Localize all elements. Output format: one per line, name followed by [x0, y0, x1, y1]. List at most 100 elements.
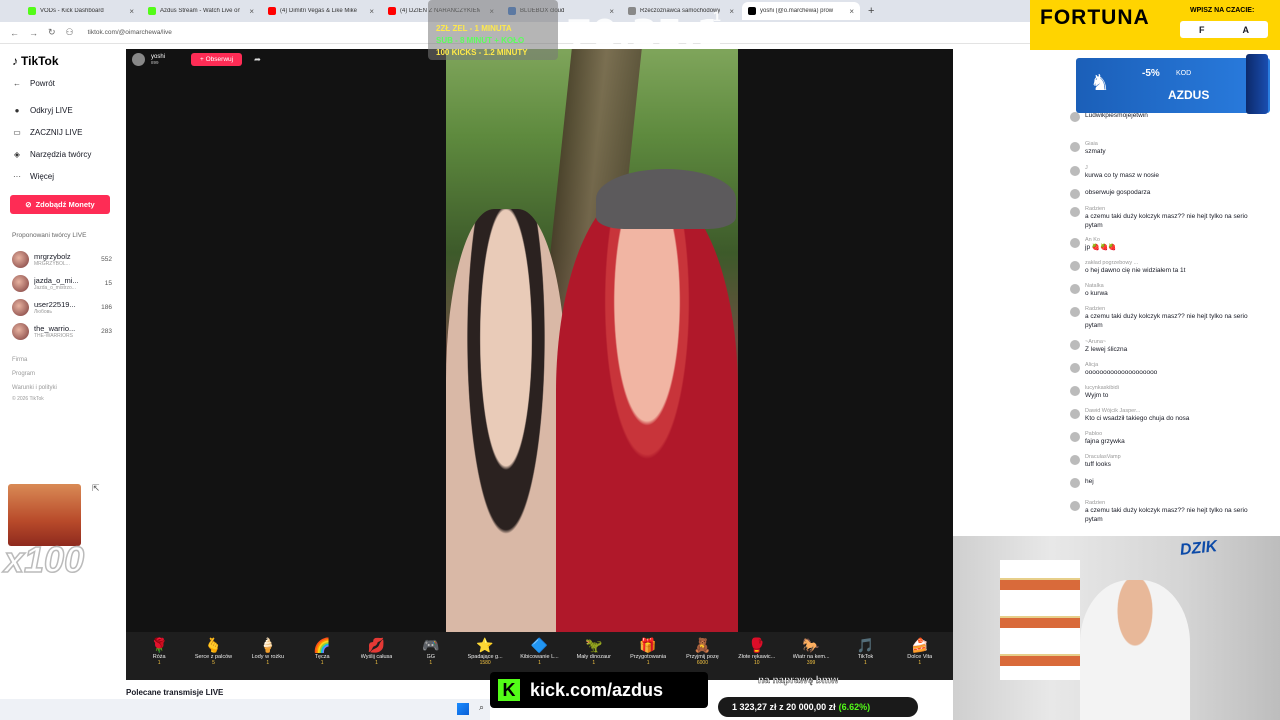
- creator-item[interactable]: user22519... Любовь 186: [12, 297, 112, 317]
- host-avatar[interactable]: [132, 53, 145, 66]
- gift-item[interactable]: 🎁 Przygotowania 1: [622, 636, 674, 676]
- gift-item[interactable]: 🎵 TikTok 1: [839, 636, 891, 676]
- close-tab-icon[interactable]: ×: [849, 7, 854, 16]
- forward-arrow-icon[interactable]: →: [29, 28, 38, 38]
- chat-message: Radzien a czemu taki duży kolczyk masz?? …: [1070, 500, 1260, 524]
- url-field[interactable]: tiktok.com/@oimarchewa/live: [88, 29, 172, 36]
- creator-item[interactable]: jazda_o_mi... Jazda_o_mistrzo... 15: [12, 273, 112, 293]
- avatar[interactable]: [1070, 284, 1080, 294]
- gift-item[interactable]: 🫰 Serce z palców 5: [187, 636, 239, 676]
- creator-item[interactable]: mrgrzybolz MRGRZYBOL... 552: [12, 249, 112, 269]
- get-coins-button[interactable]: ⊘ Zdobądź Monety: [10, 195, 110, 214]
- gift-item[interactable]: 🔷 Kibicowanie L... 1: [513, 636, 565, 676]
- close-tab-icon[interactable]: ×: [729, 7, 734, 16]
- video-person-left: [446, 209, 566, 632]
- energy-can: [1246, 54, 1268, 114]
- chat-text: hej: [1085, 478, 1094, 485]
- gift-item[interactable]: 🌈 Tęcza 1: [296, 636, 348, 676]
- streamer: [1080, 580, 1190, 720]
- sidebar-item-start-live[interactable]: ▭ ZACZNIJ LIVE: [12, 128, 82, 137]
- gift-item[interactable]: ⭐ Spadające g... 1580: [459, 636, 511, 676]
- gift-icon: 🧸: [693, 637, 712, 653]
- chat-text: a czemu taki duży kolczyk masz?? nie hej…: [1085, 313, 1248, 329]
- footer-link-company[interactable]: Firma: [12, 357, 27, 363]
- follow-button[interactable]: + Obserwuj: [191, 53, 243, 66]
- gift-item[interactable]: 🎮 GG 1: [405, 636, 457, 676]
- browser-tab[interactable]: (4) Dimitri Vegas & Like Mike ×: [262, 2, 380, 20]
- close-tab-icon[interactable]: ×: [249, 7, 254, 16]
- gift-item[interactable]: 💋 Wyślij całusa 1: [350, 636, 402, 676]
- gift-price: 1: [646, 660, 650, 666]
- back-arrow-icon[interactable]: ←: [10, 28, 19, 38]
- fortuna-code-letter: F: [1199, 24, 1205, 35]
- tab-label: yoshi (@o.marchewa) prow: [760, 8, 834, 14]
- browser-tab[interactable]: Azdus Stream - Watch Live on ×: [142, 2, 260, 20]
- chat-message: Jkurwa co ty masz w nosie: [1070, 165, 1260, 180]
- sidebar-item-discover-live[interactable]: ● Odkryj LIVE: [12, 106, 73, 115]
- sidebar-item-creator-tools[interactable]: ◈ Narzędzia twórcy: [12, 150, 91, 159]
- gift-price: 10: [753, 660, 760, 666]
- avatar[interactable]: [1070, 307, 1080, 317]
- avatar[interactable]: [1070, 261, 1080, 271]
- avatar[interactable]: [1070, 386, 1080, 396]
- creator-subtitle: THE-WARRIORS: [34, 332, 73, 339]
- avatar[interactable]: [1070, 207, 1080, 217]
- browser-tab[interactable]: VODs - Kick Dashboard ×: [22, 2, 140, 20]
- back-link[interactable]: ← Powrót: [12, 79, 55, 88]
- avatar[interactable]: [1070, 166, 1080, 176]
- avatar[interactable]: [1070, 142, 1080, 152]
- reload-icon[interactable]: ↻: [48, 27, 56, 38]
- gift-icon: 🎵: [856, 637, 875, 653]
- avatar[interactable]: [1070, 455, 1080, 465]
- bull-icon: ♞: [1090, 70, 1110, 95]
- rule-line-1: 2ZŁ ZEL - 1 MINUTA: [436, 24, 512, 33]
- avatar[interactable]: [1070, 340, 1080, 350]
- gift-item[interactable]: 🌹 Róża 1: [133, 636, 185, 676]
- windows-start-icon[interactable]: [457, 703, 469, 715]
- gift-item[interactable]: 🍰 Dolce Vita 1: [894, 636, 946, 676]
- chat-text: o kurwa: [1085, 290, 1108, 297]
- gift-item[interactable]: 🧸 Przyjmij pozę 6000: [676, 636, 728, 676]
- avatar[interactable]: [1070, 432, 1080, 442]
- avatar[interactable]: [1070, 409, 1080, 419]
- chat-text: oooooooooooooooooooo: [1085, 369, 1158, 376]
- footer-link-program[interactable]: Program: [12, 371, 35, 377]
- kick-banner: K kick.com/azdus: [490, 672, 708, 708]
- avatar[interactable]: [1070, 189, 1080, 199]
- footer-link-terms[interactable]: Warunki i polityki: [12, 385, 57, 391]
- close-tab-icon[interactable]: ×: [129, 7, 134, 16]
- avatar[interactable]: [1070, 238, 1080, 248]
- gift-item[interactable]: 🦖 Mały dinozaur 1: [568, 636, 620, 676]
- chat-text: jp 🍓🍓🍓: [1085, 244, 1117, 251]
- fortuna-cta: WPISZ NA CZACIE:: [1190, 7, 1255, 14]
- gift-price: 5: [212, 660, 215, 666]
- avatar[interactable]: [1070, 501, 1080, 511]
- tiktok-logo[interactable]: ♪ TikTok: [12, 54, 59, 68]
- creator-item[interactable]: the_warrio... THE-WARRIORS 283: [12, 321, 112, 341]
- tools-icon: ◈: [13, 150, 21, 159]
- site-info-icon[interactable]: ⚇: [66, 27, 74, 38]
- chat-message: Radzien a czemu taki duży kolczyk masz?? …: [1070, 206, 1260, 230]
- host-viewers: 899: [151, 60, 159, 65]
- gift-item[interactable]: 🥊 Złote rękawic... 10: [731, 636, 783, 676]
- avatar[interactable]: [1070, 478, 1080, 488]
- close-tab-icon[interactable]: ×: [369, 7, 374, 16]
- gift-icon: 🥊: [748, 637, 766, 653]
- live-video[interactable]: [446, 49, 738, 632]
- chat-message: zakład pogrzebowy ... o hej dawno cię nie…: [1070, 260, 1260, 275]
- avatar: [12, 298, 29, 316]
- gift-item[interactable]: 🍦 Lody w rożku 1: [242, 636, 294, 676]
- emote-multiplier: x100: [3, 538, 85, 581]
- avatar[interactable]: [1070, 363, 1080, 373]
- chat-text: obserwuje gospodarza: [1085, 189, 1151, 196]
- new-tab-button[interactable]: +: [868, 5, 874, 17]
- gift-price: 6000: [696, 660, 708, 666]
- browser-tab[interactable]: yoshi (@o.marchewa) prow ×: [742, 2, 860, 20]
- gift-item[interactable]: 🐎 Wiatr na kem... 399: [785, 636, 837, 676]
- taskbar-search-icon[interactable]: ⌕: [479, 702, 484, 713]
- gift-price: 399: [806, 660, 816, 666]
- creator-name: user22519...: [34, 299, 76, 309]
- share-icon[interactable]: ➦: [254, 55, 261, 64]
- sidebar-item-more[interactable]: ··· Więcej: [12, 172, 54, 181]
- tab-label: VODs - Kick Dashboard: [40, 8, 104, 14]
